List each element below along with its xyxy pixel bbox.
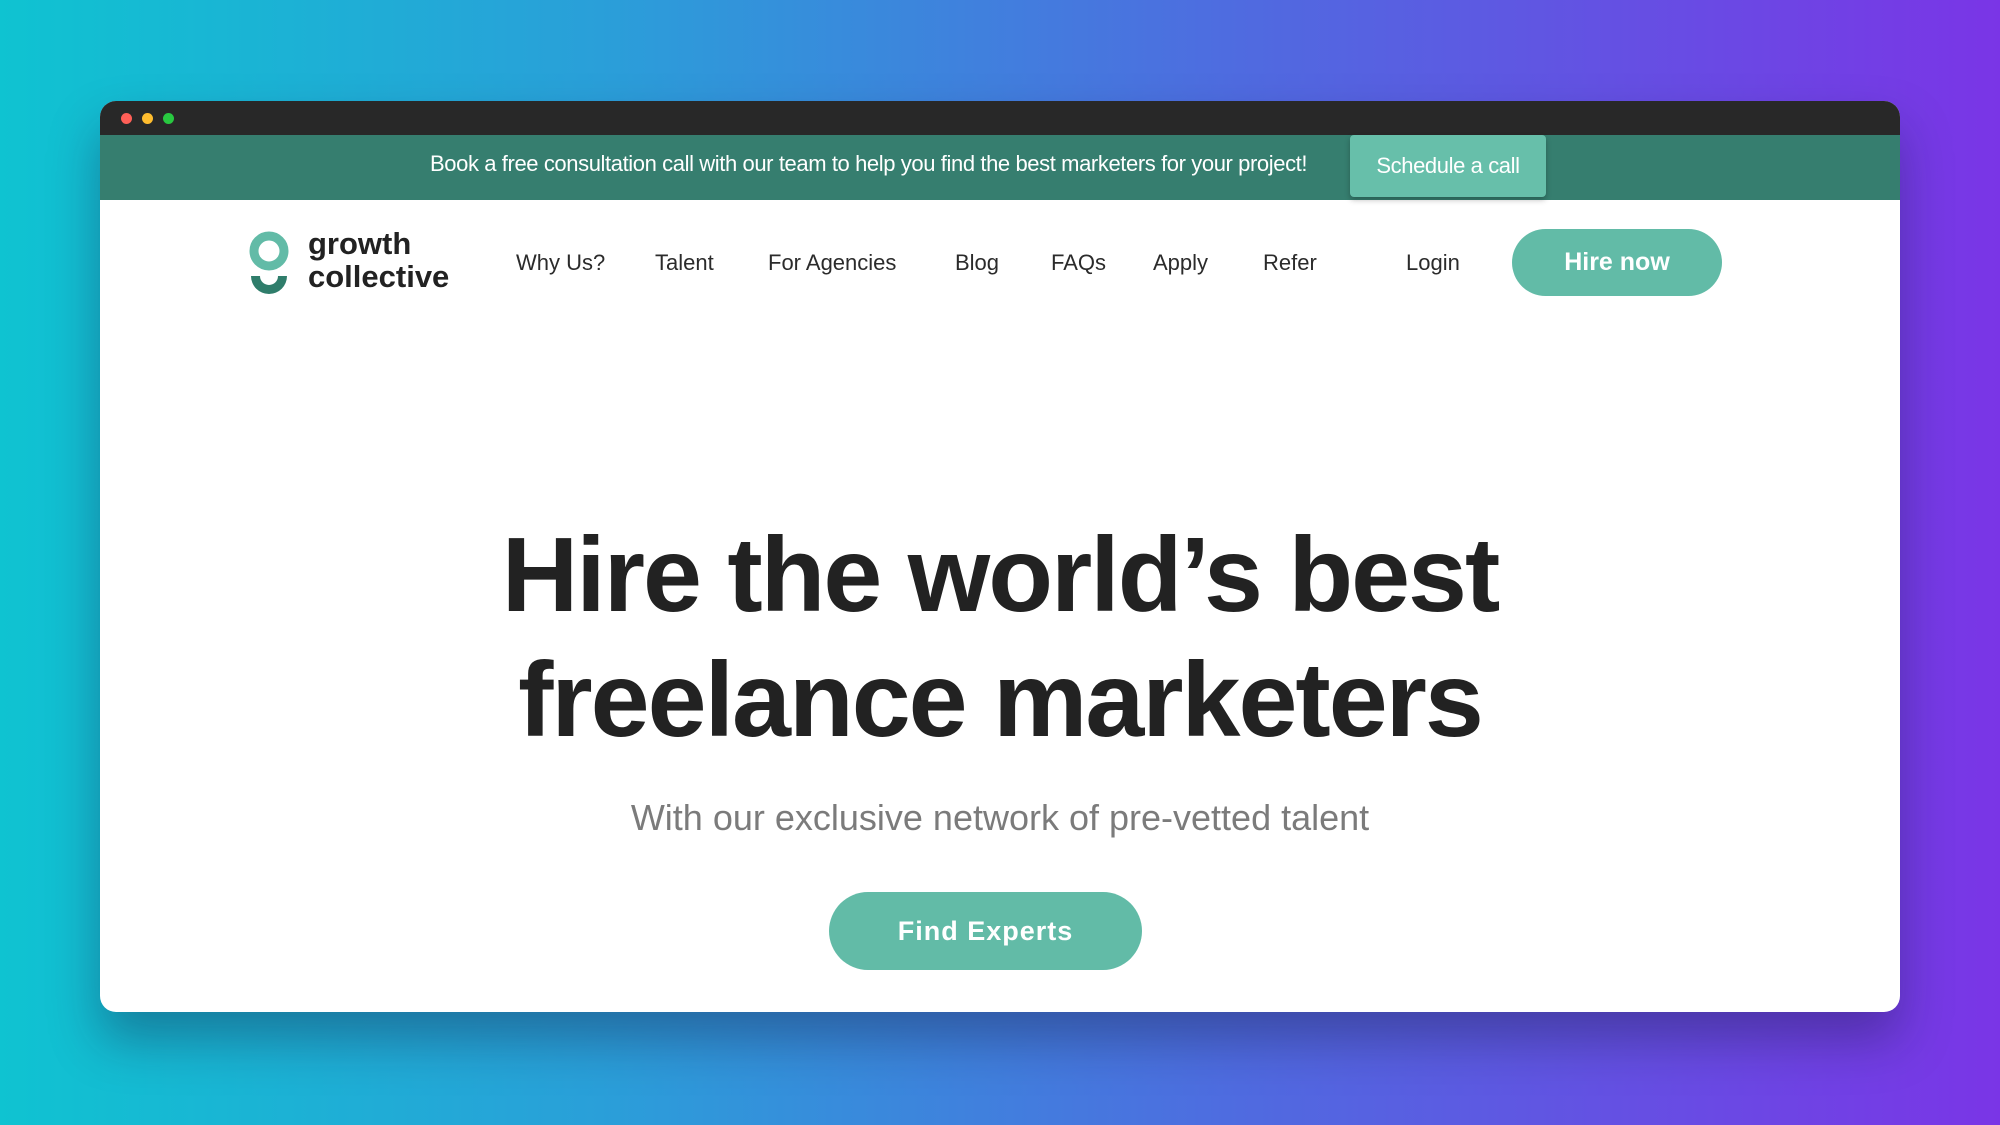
logo-wordmark[interactable]: growth collective: [308, 227, 449, 293]
nav-faqs[interactable]: FAQs: [1051, 248, 1106, 278]
close-window-button[interactable]: [121, 113, 132, 124]
hero-title: Hire the world’s best freelance marketer…: [100, 513, 1900, 763]
banner-text: Book a free consultation call with our t…: [430, 151, 1308, 176]
find-experts-button[interactable]: Find Experts: [829, 892, 1142, 970]
hero-title-line-1: Hire the world’s best: [501, 516, 1501, 634]
logo-line-2: collective: [308, 259, 450, 294]
hero-subtitle: With our exclusive network of pre-vetted…: [630, 797, 1370, 838]
nav-refer[interactable]: Refer: [1263, 248, 1317, 278]
maximize-window-button[interactable]: [163, 113, 174, 124]
window-titlebar: [100, 101, 1900, 135]
promo-banner: Book a free consultation call with our t…: [100, 135, 1900, 200]
nav-why-us[interactable]: Why Us?: [516, 248, 605, 278]
nav-talent[interactable]: Talent: [655, 248, 714, 278]
nav-for-agencies[interactable]: For Agencies: [768, 248, 896, 278]
growth-collective-logo-icon[interactable]: [248, 231, 290, 296]
logo-line-1: growth: [308, 226, 412, 261]
browser-window: Book a free consultation call with our t…: [100, 101, 1900, 1012]
nav-login[interactable]: Login: [1406, 248, 1460, 278]
nav-apply[interactable]: Apply: [1153, 248, 1208, 278]
nav-blog[interactable]: Blog: [955, 248, 999, 278]
schedule-call-button[interactable]: Schedule a call: [1350, 135, 1546, 197]
hero-title-line-2: freelance marketers: [518, 641, 1484, 759]
minimize-window-button[interactable]: [142, 113, 153, 124]
hire-now-button[interactable]: Hire now: [1512, 229, 1722, 296]
